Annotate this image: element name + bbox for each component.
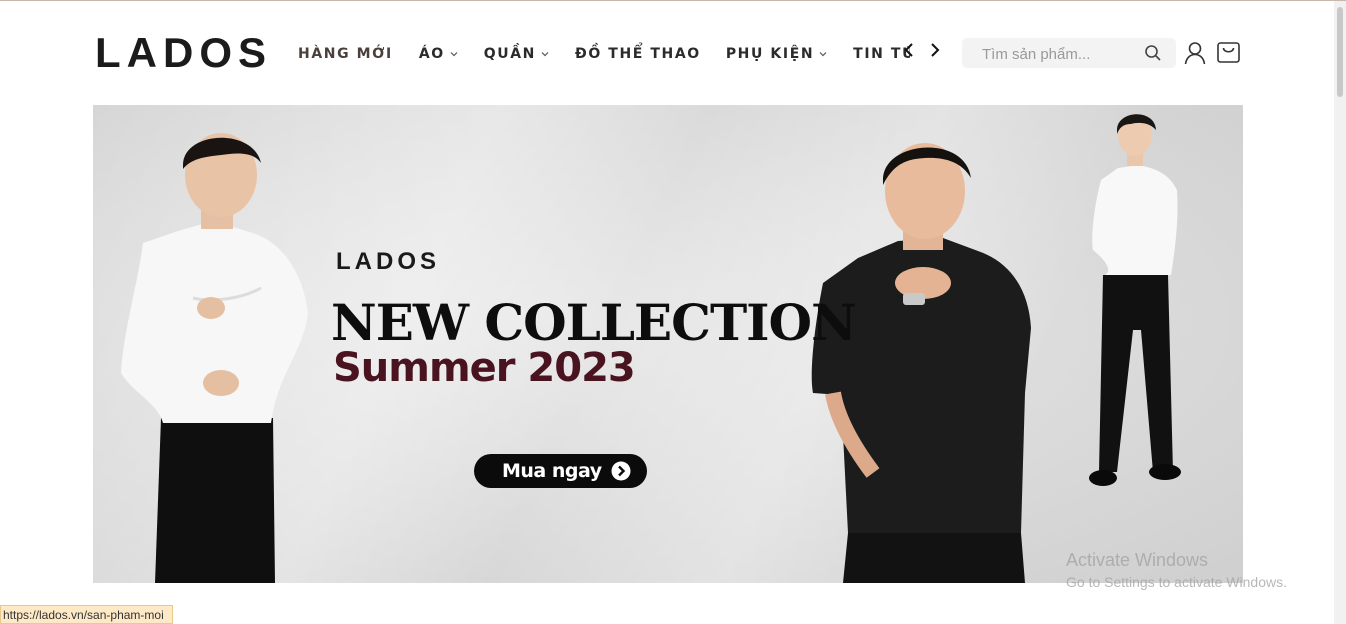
nav-item-phu-kien[interactable]: PHỤ KIỆN [726,46,828,62]
nav-item-hang-moi[interactable]: HÀNG MỚI [298,46,393,62]
nav-label: HÀNG MỚI [298,46,393,62]
activate-windows-subtitle: Go to Settings to activate Windows. [1066,574,1287,590]
nav-item-ao[interactable]: ÁO [419,46,459,62]
chevron-down-icon [818,49,828,59]
banner-brand: LADOS [336,248,440,275]
banner-subline: Summer 2023 [333,345,636,391]
banner-headline: NEW COLLECTION [331,293,857,352]
shop-now-button[interactable]: Mua ngay [474,454,647,488]
scrollbar[interactable] [1334,1,1346,624]
status-bar-url: https://lados.vn/san-pham-moi [0,605,173,624]
nav-item-tin-tuc[interactable]: TIN TỨC [853,46,910,62]
chevron-left-icon[interactable] [903,41,917,59]
model-center-image [811,143,1031,583]
arrow-circle-right-icon [611,461,631,481]
hero-banner[interactable]: LADOS NEW COLLECTION Summer 2023 Mua nga… [93,105,1243,583]
scrollbar-thumb[interactable] [1337,7,1343,97]
site-logo[interactable]: LADOS [95,32,272,74]
search-box [962,38,1176,68]
shop-now-label: Mua ngay [502,460,602,482]
chevron-right-icon[interactable] [927,41,941,59]
model-right-image [1089,114,1181,486]
main-nav: HÀNG MỚI ÁO QUẦN ĐỒ THỂ THAO PHỤ KIỆN TI… [298,43,910,65]
activate-windows-title: Activate Windows [1066,550,1209,570]
nav-label: TIN TỨC [853,46,911,62]
cart-icon[interactable] [1216,40,1241,65]
nav-item-do-the-thao[interactable]: ĐỒ THỂ THAO [575,46,701,62]
search-icon[interactable] [1144,44,1162,62]
nav-label: PHỤ KIỆN [725,46,815,62]
nav-label: QUẦN [483,46,536,62]
chevron-down-icon [449,49,459,59]
user-icon[interactable] [1184,41,1206,65]
nav-label: ĐỒ THỂ THAO [574,46,701,62]
search-input[interactable] [980,43,1134,65]
nav-item-quan[interactable]: QUẦN [484,46,550,62]
nav-scroll-arrows [903,41,941,59]
nav-label: ÁO [418,46,445,62]
model-left-image [121,133,308,583]
chevron-down-icon [540,49,550,59]
top-border [0,0,1346,1]
